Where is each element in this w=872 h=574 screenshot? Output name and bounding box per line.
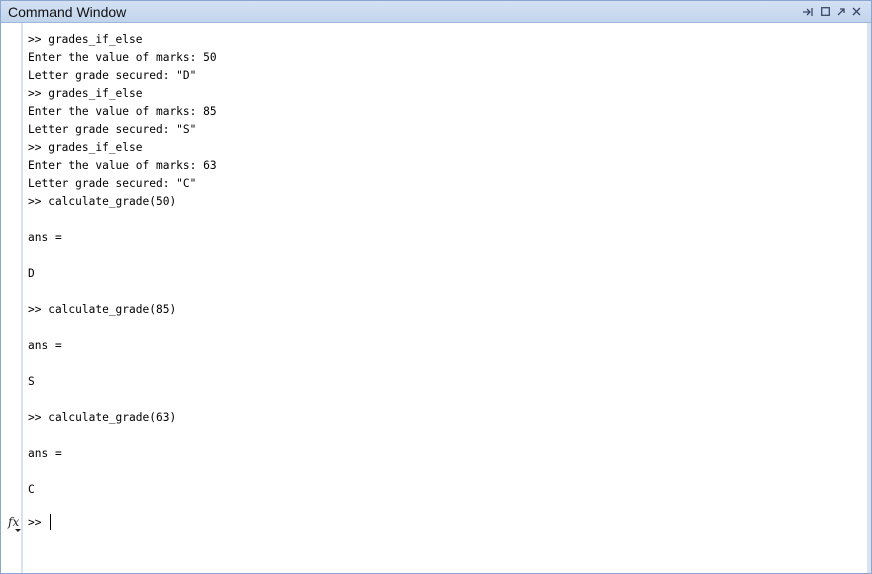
console-line: ans = — [28, 231, 62, 244]
function-browser-icon[interactable]: fx — [8, 515, 19, 529]
console-line: D — [28, 267, 35, 280]
console-line: Enter the value of marks: 85 — [28, 105, 217, 118]
console-line: Enter the value of marks: 63 — [28, 159, 217, 172]
title-bar: Command Window — [1, 1, 871, 23]
console-line: >> grades_if_else — [28, 87, 143, 100]
command-window: Command Window >> grades_if_else Enter th… — [0, 0, 872, 574]
console-line: >> calculate_grade(50) — [28, 195, 177, 208]
undock-icon[interactable] — [803, 7, 814, 16]
console-line: ans = — [28, 339, 62, 352]
console-line: >> calculate_grade(63) — [28, 411, 177, 424]
console-line: Letter grade secured: "S" — [28, 123, 197, 136]
console-area[interactable]: >> grades_if_else Enter the value of mark… — [21, 23, 871, 573]
console-line: Enter the value of marks: 50 — [28, 51, 217, 64]
text-caret — [50, 514, 52, 530]
popout-icon[interactable] — [837, 7, 845, 16]
console-line: Letter grade secured: "C" — [28, 177, 197, 190]
window-controls — [803, 7, 867, 16]
window-title: Command Window — [8, 3, 127, 20]
close-icon[interactable] — [852, 7, 861, 16]
command-prompt[interactable]: >> — [28, 513, 52, 531]
console-line: C — [28, 483, 35, 496]
console-line: >> calculate_grade(85) — [28, 303, 177, 316]
console-line: >> grades_if_else — [28, 33, 143, 46]
chevron-down-icon[interactable] — [15, 529, 21, 532]
console-line: S — [28, 375, 35, 388]
console-line: >> grades_if_else — [28, 141, 143, 154]
prompt-symbol: >> — [28, 515, 42, 529]
console-line: Letter grade secured: "D" — [28, 69, 197, 82]
console-output: >> grades_if_else Enter the value of mark… — [28, 31, 217, 499]
maximize-icon[interactable] — [821, 7, 830, 16]
console-line: ans = — [28, 447, 62, 460]
